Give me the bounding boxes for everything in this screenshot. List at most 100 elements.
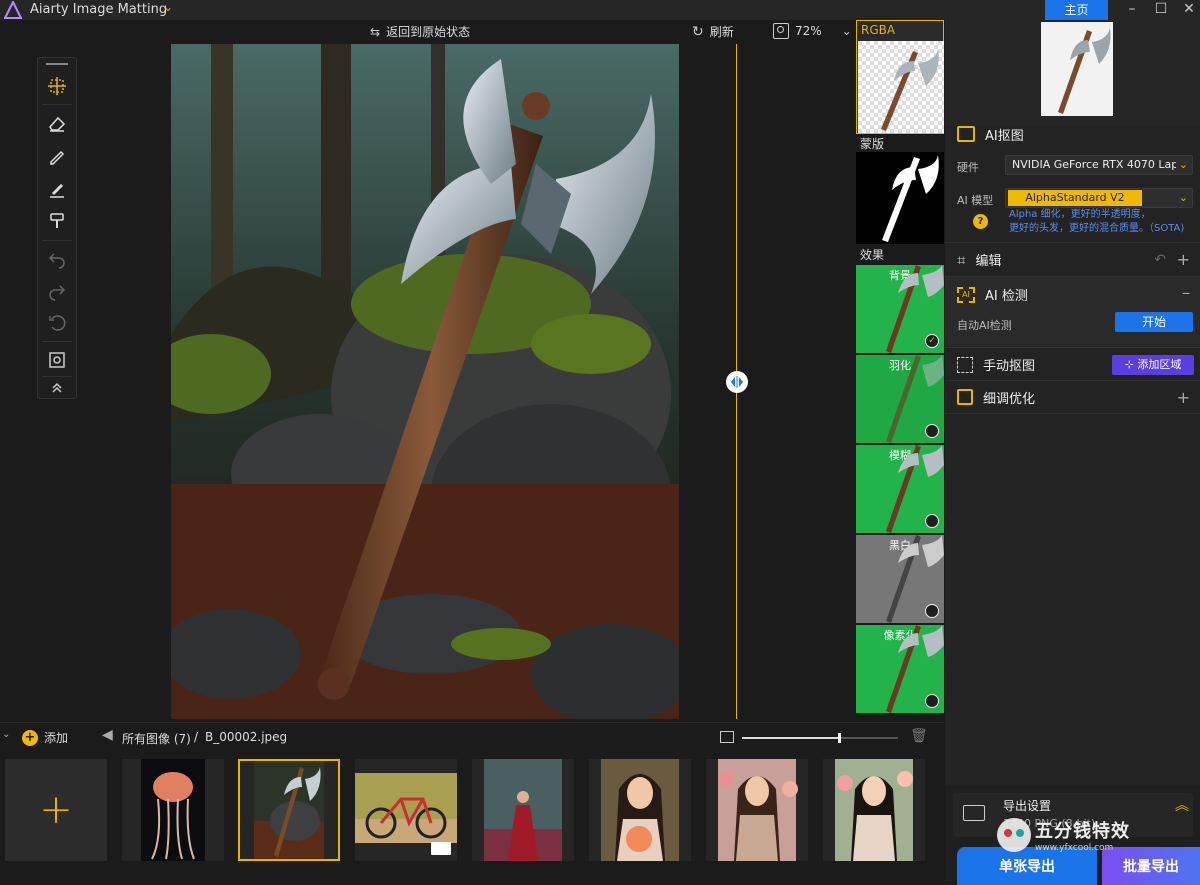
refresh-button[interactable]: ↻ 刷新 <box>692 23 734 40</box>
zoom-control[interactable]: 72% ⌄ <box>773 23 852 39</box>
compare-handle[interactable] <box>726 371 748 393</box>
refine-header[interactable]: 细调优化 + <box>945 380 1200 414</box>
start-button[interactable]: 开始 <box>1115 312 1193 332</box>
brush-icon[interactable] <box>44 143 70 169</box>
close-icon[interactable]: ✕ <box>1175 0 1200 20</box>
gallery-item-woman-peony[interactable] <box>589 759 691 861</box>
add-region-button[interactable]: ⊹ 添加区域 <box>1112 355 1194 375</box>
woman-peony-thumb <box>601 759 679 861</box>
effect-label: 效果 <box>860 248 885 262</box>
restore-brush-icon[interactable] <box>44 176 70 202</box>
gallery-toolbar: ⌄ + 添加 ◀ 所有图像 (7) / B_00002.jpeg 🗑 <box>0 722 944 752</box>
effect-card-blur[interactable]: 模糊 <box>856 445 944 533</box>
maximize-icon[interactable]: ☐ <box>1147 0 1175 20</box>
eraser-icon[interactable] <box>44 110 70 136</box>
back-arrow-icon[interactable]: ◀ <box>102 727 113 743</box>
rgba-preview[interactable]: RGBA <box>856 20 944 134</box>
minus-icon[interactable]: – <box>1182 283 1190 302</box>
effect-card-pixelate[interactable]: 像素化 <box>856 625 944 713</box>
radio-icon <box>925 604 939 618</box>
zoom-icon <box>773 23 789 39</box>
reset-icon[interactable] <box>44 310 70 336</box>
gallery-item-woman-roses-1[interactable] <box>706 759 808 861</box>
minimize-icon[interactable]: – <box>1118 0 1146 20</box>
gallery-item-jellyfish[interactable] <box>122 759 224 861</box>
watermark: 五分钱特效 www.yfxcool.com <box>997 817 1130 853</box>
chevron-up-icon[interactable]: ︽ <box>1175 795 1189 815</box>
move-tool-icon[interactable] <box>44 73 70 99</box>
export-area: 导出设置 1440 PNG (8-bit) ︽ 单张导出 批量导出 五分钱特效 … <box>945 785 1200 885</box>
effect-card-feather[interactable]: 羽化 <box>856 355 944 443</box>
ai-detect-section: AI AI 检测 – 自动AI检测 开始 <box>945 276 1200 346</box>
image-canvas[interactable] <box>171 44 679 719</box>
section-title: AI 检测 <box>985 289 1028 304</box>
add-region-label: 添加区域 <box>1137 358 1182 371</box>
collapse-up-icon[interactable] <box>44 378 70 398</box>
gallery-item-bicycle[interactable] <box>355 759 457 861</box>
model-select[interactable]: AlphaStandard V2 ⌄ <box>1005 188 1193 208</box>
roller-icon[interactable] <box>44 208 70 234</box>
add-button[interactable]: + 添加 <box>22 729 68 746</box>
redo-icon[interactable] <box>44 278 70 304</box>
model-desc-line: Alpha 细化，更好的半透明度， <box>1009 209 1151 220</box>
mask-label: 蒙版 <box>860 137 885 151</box>
hardware-value: NVIDIA GeForce RTX 4070 Laptop G <box>1012 158 1176 171</box>
reset-button[interactable]: ⇆ 返回到原始状态 <box>370 23 470 40</box>
model-label: AI 模型 <box>957 194 994 207</box>
plus-icon[interactable]: + <box>1177 388 1190 407</box>
auto-detect-label: 自动AI检测 <box>957 319 1012 332</box>
batch-export-label: 批量导出 <box>1123 859 1179 875</box>
undo-icon[interactable]: ↶ <box>1154 252 1166 268</box>
chevron-down-icon[interactable]: ⌄ <box>163 0 173 14</box>
add-image-card[interactable]: + <box>5 759 107 861</box>
gallery-item-woman-roses-2[interactable] <box>823 759 925 861</box>
undo-icon[interactable] <box>44 246 70 272</box>
axe-image <box>171 44 679 719</box>
ai-detect-header[interactable]: AI AI 检测 <box>957 285 1028 304</box>
plus-icon[interactable]: + <box>1177 250 1190 269</box>
preview-strip: RGBA 蒙版 效果 背景 ✓ 羽化 模糊 黑白 像素化 <box>856 20 944 720</box>
axe-gallery-thumb <box>254 761 324 859</box>
gallery-item-axe[interactable] <box>238 759 340 861</box>
ai-matting-header[interactable]: AI抠图 <box>945 117 1200 151</box>
breadcrumb-root[interactable]: 所有图像 (7) <box>122 730 191 747</box>
image-gallery: + <box>0 752 944 882</box>
drag-handle[interactable] <box>46 63 68 65</box>
fit-screen-icon[interactable] <box>44 347 70 373</box>
effect-card-grayscale[interactable]: 黑白 <box>856 535 944 623</box>
export-title: 导出设置 <box>1003 799 1052 813</box>
ai-matting-icon <box>957 126 975 142</box>
woman-roses-thumb <box>835 759 913 861</box>
refresh-icon: ↻ <box>692 23 704 40</box>
canvas-toolbar: ⇆ 返回到原始状态 ↻ 刷新 72% ⌄ <box>0 20 856 44</box>
radio-icon <box>925 514 939 528</box>
check-icon: ✓ <box>925 334 939 348</box>
effect-card-background[interactable]: 背景 ✓ <box>856 265 944 353</box>
hardware-label: 硬件 <box>957 161 979 174</box>
folder-icon <box>431 842 451 855</box>
add-circle-icon: + <box>22 729 38 746</box>
watermark-text: 五分钱特效 <box>1035 821 1130 842</box>
gallery-item-woman-red-dress[interactable] <box>472 759 574 861</box>
home-button[interactable]: 主页 <box>1045 0 1108 20</box>
plus-icon: ⊹ <box>1124 358 1138 371</box>
thumbnail-size-slider[interactable] <box>742 733 898 743</box>
crop-icon: ⌗ <box>957 250 966 269</box>
section-title: AI抠图 <box>985 128 1024 144</box>
settings-panel: AI抠图 硬件 NVIDIA GeForce RTX 4070 Laptop G… <box>945 20 1200 882</box>
section-title: 编辑 <box>975 254 1002 269</box>
divider <box>42 376 72 377</box>
divider <box>42 341 72 342</box>
edit-header[interactable]: ⌗ 编辑 ↶ + <box>945 242 1200 276</box>
mask-thumb <box>882 155 939 242</box>
hardware-select[interactable]: NVIDIA GeForce RTX 4070 Laptop G ⌄ <box>1005 155 1193 175</box>
mask-preview[interactable] <box>856 152 944 244</box>
add-label: 添加 <box>44 731 69 745</box>
chevron-down-icon: ⌄ <box>1178 191 1188 204</box>
collapse-icon[interactable]: ⌄ <box>2 729 10 740</box>
help-icon[interactable]: ? <box>973 214 988 229</box>
trash-icon[interactable]: 🗑 <box>910 728 928 744</box>
manual-matting-header[interactable]: 手动抠图 ⊹ 添加区域 <box>945 347 1200 381</box>
reset-label: 返回到原始状态 <box>386 25 471 39</box>
woman-red-thumb <box>484 759 562 861</box>
